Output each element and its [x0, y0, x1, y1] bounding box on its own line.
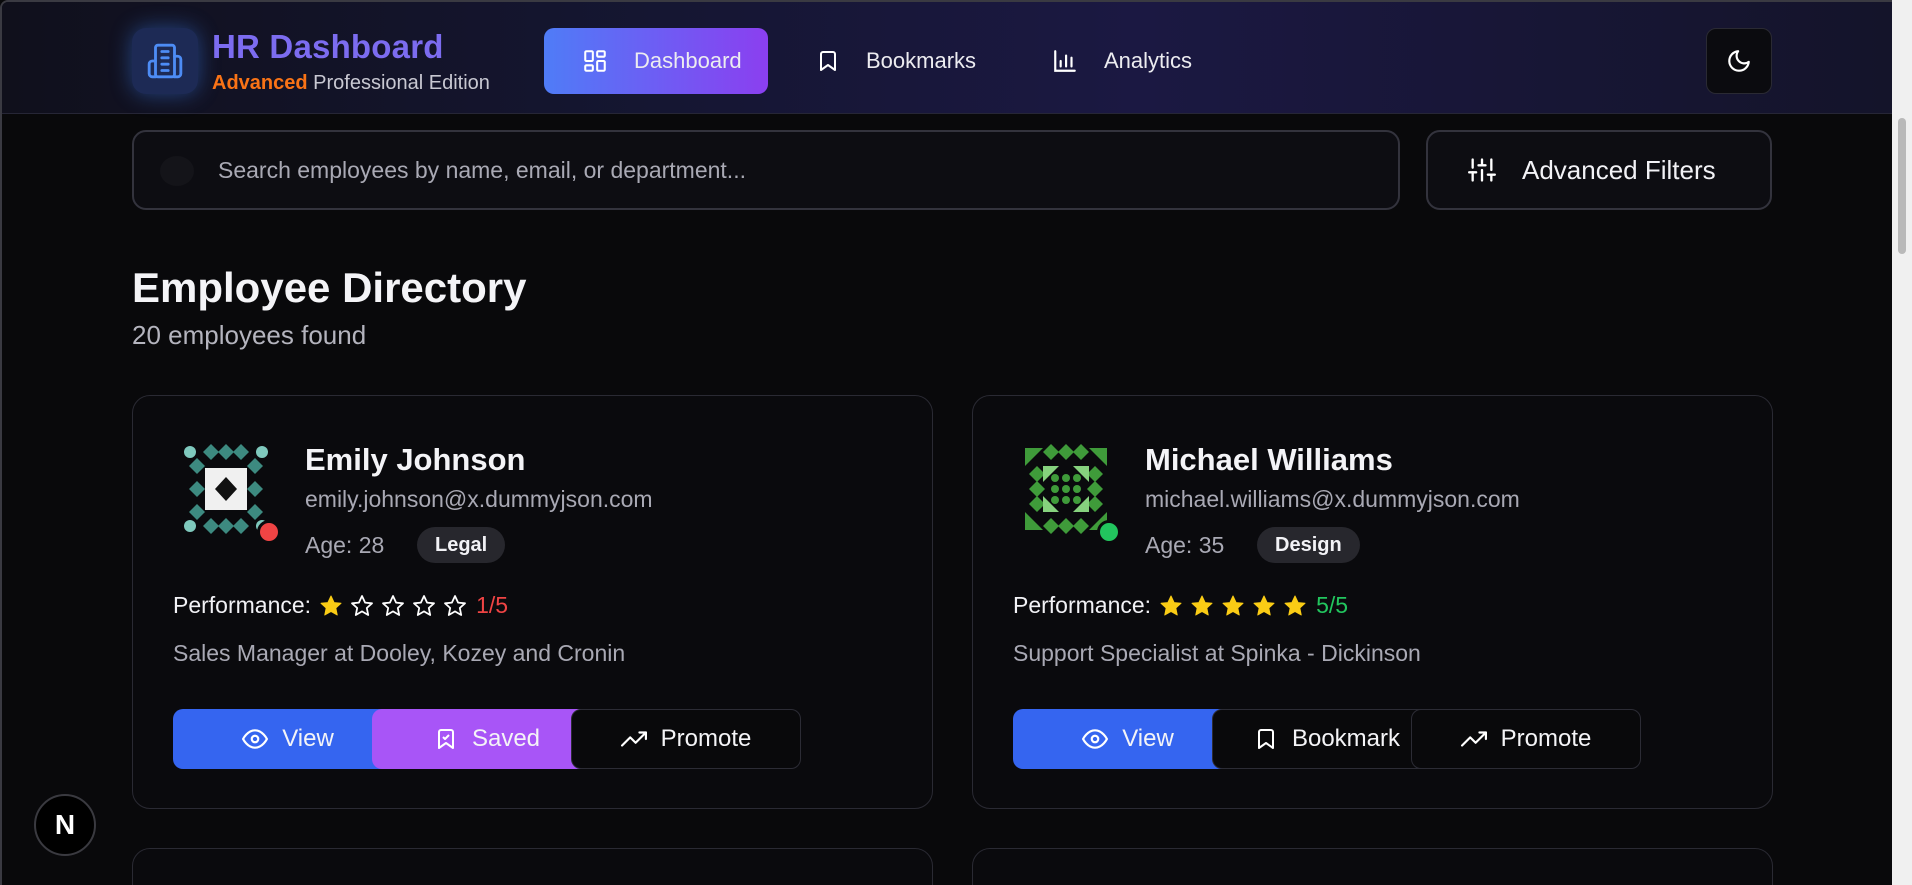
bookmark-button[interactable]: Bookmark — [1212, 709, 1442, 769]
promote-label: Promote — [1500, 725, 1592, 752]
nav-bookmarks[interactable]: Bookmarks — [816, 28, 976, 94]
view-button[interactable]: View — [173, 709, 403, 769]
trending-up-icon — [620, 731, 647, 747]
app-window: HR Dashboard Advanced Professional Editi… — [0, 0, 1912, 885]
employee-email: emily.johnson@x.dummyjson.com — [305, 486, 653, 512]
search-bar[interactable] — [132, 130, 1400, 210]
nav-bookmarks-label: Bookmarks — [866, 48, 977, 73]
department-badge: Legal — [417, 527, 506, 563]
star-filled-icon — [320, 595, 342, 615]
nav-dashboard[interactable]: Dashboard — [544, 28, 768, 94]
edition-text: Professional Edition — [307, 72, 490, 94]
employee-card — [132, 848, 933, 885]
nav-analytics-label: Analytics — [1104, 48, 1193, 73]
employee-card — [972, 848, 1773, 885]
bookmark-check-icon — [437, 729, 454, 749]
status-indicator — [257, 520, 281, 544]
avatar — [1025, 444, 1107, 534]
app-subtitle: Advanced Professional Edition — [212, 72, 490, 95]
star-filled-icon — [1253, 595, 1275, 615]
advanced-filters-button[interactable]: Advanced Filters — [1426, 130, 1772, 210]
employee-name: Michael Williams — [1145, 442, 1393, 477]
star-rating — [1159, 594, 1314, 618]
saved-button[interactable]: Saved — [372, 709, 602, 769]
performance-rating: Performance: 5/5 — [1013, 592, 1348, 619]
employee-job: Sales Manager at Dooley, Kozey and Croni… — [173, 640, 626, 666]
promote-button[interactable]: Promote — [1411, 709, 1641, 769]
theme-toggle-button[interactable] — [1706, 28, 1772, 94]
bookmark-icon — [820, 51, 836, 71]
star-filled-icon — [1160, 595, 1182, 615]
employee-age: Age: 35 — [1145, 532, 1225, 558]
scrollbar-thumb[interactable] — [1898, 118, 1906, 254]
bookmark-label: Bookmark — [1291, 725, 1401, 752]
nav-dashboard-label: Dashboard — [634, 48, 742, 73]
star-empty-icon — [351, 594, 373, 616]
search-icon — [160, 156, 194, 186]
view-button[interactable]: View — [1013, 709, 1243, 769]
star-rating — [319, 594, 474, 618]
bookmark-icon — [1257, 729, 1274, 749]
grid-icon — [584, 50, 606, 72]
star-empty-icon — [382, 594, 404, 616]
nextjs-dev-badge[interactable]: N — [34, 794, 96, 856]
eye-icon — [242, 729, 269, 749]
status-indicator — [1097, 520, 1121, 544]
employee-job: Support Specialist at Spinka - Dickinson — [1013, 640, 1421, 666]
employee-count: 20 employees found — [132, 320, 367, 350]
performance-rating: Performance: 1/5 — [173, 592, 508, 619]
nextjs-badge-letter: N — [54, 809, 76, 840]
star-filled-icon — [1284, 595, 1306, 615]
saved-label: Saved — [471, 725, 541, 752]
performance-label: Performance: — [173, 592, 312, 618]
moon-icon — [1728, 50, 1750, 72]
promote-button[interactable]: Promote — [571, 709, 801, 769]
employee-card: Michael Williams michael.williams@x.dumm… — [972, 395, 1773, 809]
employee-card: Emily Johnson emily.johnson@x.dummyjson.… — [132, 395, 933, 809]
department-badge: Design — [1257, 527, 1360, 563]
performance-score: 5/5 — [1316, 592, 1349, 618]
building-icon — [132, 28, 198, 94]
sliders-icon — [1468, 158, 1496, 182]
trending-up-icon — [1460, 731, 1487, 747]
star-empty-icon — [413, 594, 435, 616]
top-navbar: HR Dashboard Advanced Professional Editi… — [2, 2, 1894, 114]
employee-email: michael.williams@x.dummyjson.com — [1145, 486, 1520, 512]
app-title: HR Dashboard — [212, 28, 444, 65]
view-label: View — [1122, 725, 1174, 752]
edition-accent: Advanced — [212, 72, 308, 94]
employee-name: Emily Johnson — [305, 442, 526, 477]
nav-analytics[interactable]: Analytics — [1052, 28, 1192, 94]
star-filled-icon — [1222, 595, 1244, 615]
star-empty-icon — [444, 594, 466, 616]
promote-label: Promote — [660, 725, 752, 752]
bar-chart-icon — [1054, 50, 1076, 72]
employee-age: Age: 28 — [305, 532, 385, 558]
star-filled-icon — [1191, 595, 1213, 615]
eye-icon — [1082, 729, 1109, 749]
avatar — [184, 444, 268, 534]
page-title: Employee Directory — [132, 264, 527, 311]
performance-score: 1/5 — [476, 592, 509, 618]
performance-label: Performance: — [1013, 592, 1152, 618]
advanced-filters-label: Advanced Filters — [1522, 154, 1716, 185]
view-label: View — [282, 725, 334, 752]
search-input[interactable] — [218, 132, 1378, 208]
